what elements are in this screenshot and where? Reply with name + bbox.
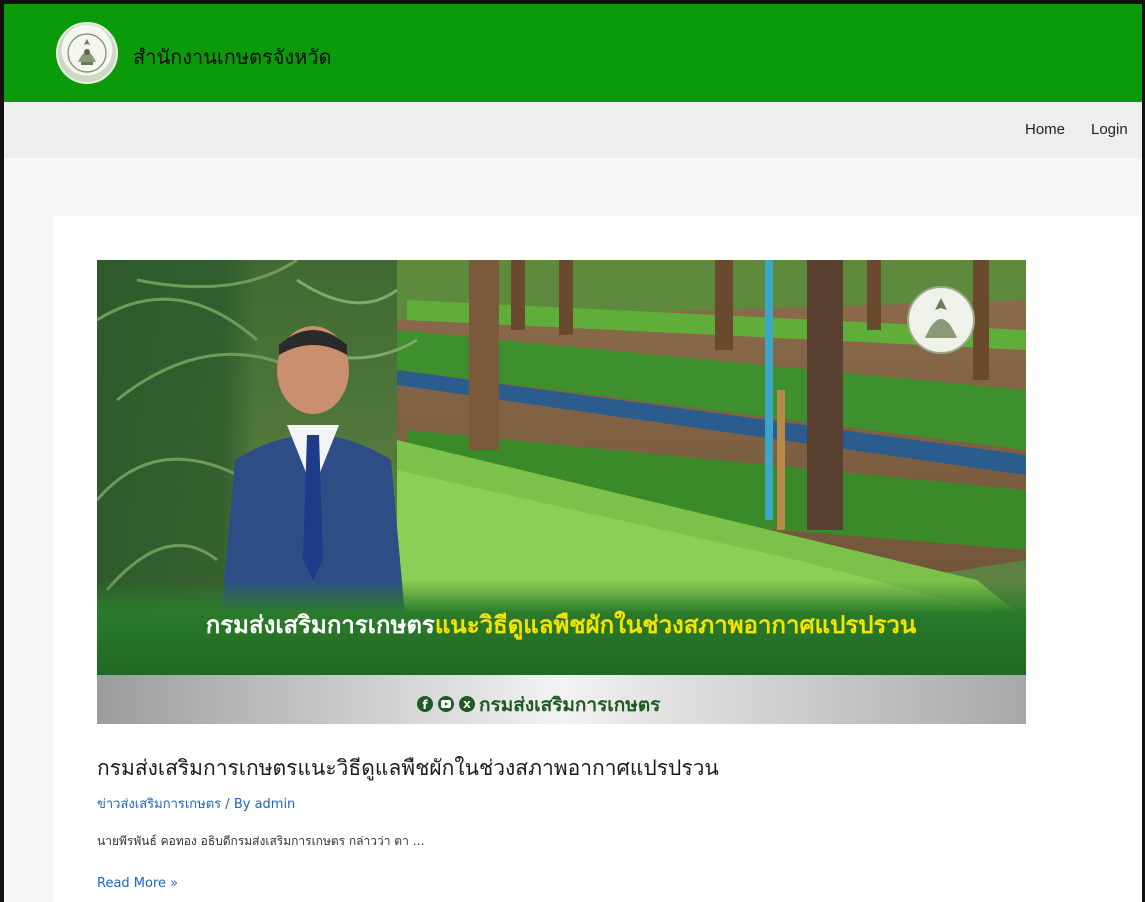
post-excerpt: นายพีรพันธ์ คอทอง อธิบดีกรมส่งเสริมการเก… xyxy=(97,834,425,848)
post-author-link[interactable]: admin xyxy=(255,797,296,812)
facebook-icon: f xyxy=(417,696,433,712)
site-header: สำนักงานเกษตรจังหวัด xyxy=(4,4,1142,102)
banner-graphic: กรมส่งเสริมการเกษตรแนะวิธีดูแลพืชผักในช่… xyxy=(97,260,1026,724)
youtube-icon xyxy=(438,696,454,712)
banner-headline: กรมส่งเสริมการเกษตรแนะวิธีดูแลพืชผักในช่… xyxy=(206,610,917,640)
post-title[interactable]: กรมส่งเสริมการเกษตรแนะวิธีดูแลพืชผักในช่… xyxy=(97,752,719,785)
post-category-link[interactable]: ข่าวส่งเสริมการเกษตร xyxy=(97,797,221,812)
primary-nav: Home Login xyxy=(4,102,1142,158)
emblem-icon xyxy=(67,33,107,73)
post-meta: ข่าวส่งเสริมการเกษตร / By admin xyxy=(97,793,295,814)
banner-footer-text: กรมส่งเสริมการเกษตร xyxy=(479,694,661,716)
x-icon: X xyxy=(459,696,475,712)
banner-headline-part2: แนะวิธีดูแลพืชผักในช่วงสภาพอากาศแปรปรวน xyxy=(435,610,917,640)
site-title[interactable]: สำนักงานเกษตรจังหวัด xyxy=(133,41,332,73)
svg-text:X: X xyxy=(463,700,471,711)
nav-item-login[interactable]: Login xyxy=(1091,121,1128,138)
nav-item-home[interactable]: Home xyxy=(1025,121,1065,138)
meta-separator: / By xyxy=(221,797,255,812)
post-featured-image[interactable]: กรมส่งเสริมการเกษตรแนะวิธีดูแลพืชผักในช่… xyxy=(97,260,1026,724)
read-more-link[interactable]: Read More » xyxy=(97,876,178,891)
svg-text:f: f xyxy=(422,698,428,712)
site-logo[interactable] xyxy=(56,22,118,84)
banner-headline-part1: กรมส่งเสริมการเกษตร xyxy=(206,611,435,639)
